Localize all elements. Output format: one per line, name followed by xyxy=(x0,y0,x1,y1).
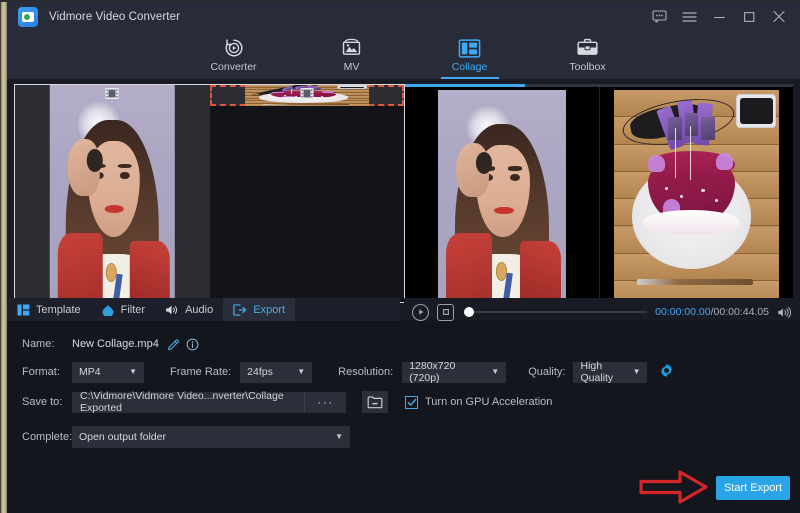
play-icon[interactable] xyxy=(412,304,429,321)
quality-label: Quality: xyxy=(528,366,565,378)
start-export-button[interactable]: Start Export xyxy=(716,476,790,500)
preview-pane-right xyxy=(599,87,793,303)
folder-icon[interactable] xyxy=(362,391,388,413)
name-value: New Collage.mp4 xyxy=(72,338,159,350)
gear-icon[interactable] xyxy=(659,363,674,381)
format-select[interactable]: MP4 ▼ xyxy=(72,362,144,383)
girl-video-thumbnail xyxy=(50,85,174,302)
tab-template-label: Template xyxy=(36,304,81,316)
stop-icon[interactable] xyxy=(437,304,454,321)
app-logo-icon xyxy=(18,7,38,27)
nav-tab-toolbox-label: Toolbox xyxy=(569,61,605,73)
red-arrow-annotation xyxy=(639,470,708,504)
complete-value: Open output folder xyxy=(79,431,166,443)
window-controls xyxy=(644,3,800,31)
name-row: Name: New Collage.mp4 xyxy=(7,331,800,357)
chevron-down-icon: ▼ xyxy=(483,368,499,376)
format-label: Format: xyxy=(7,366,67,378)
nav-tab-converter[interactable]: Converter xyxy=(193,31,275,79)
nav-tab-toolbox[interactable]: Toolbox xyxy=(547,31,629,79)
filter-icon xyxy=(101,304,115,316)
nav-tab-converter-label: Converter xyxy=(210,61,256,73)
info-icon[interactable] xyxy=(186,338,199,351)
complete-label: Complete: xyxy=(7,431,67,443)
saveto-label: Save to: xyxy=(7,396,67,408)
framerate-value: 24fps xyxy=(247,366,273,378)
cake-video-preview xyxy=(614,90,780,300)
tab-filter-label: Filter xyxy=(121,304,145,316)
app-window: Vidmore Video Converter xyxy=(0,0,800,513)
chevron-down-icon: ▼ xyxy=(625,368,641,376)
resolution-select[interactable]: 1280x720 (720p) ▼ xyxy=(402,362,506,383)
total-time: 00:00:44.05 xyxy=(714,306,769,318)
feedback-icon[interactable] xyxy=(644,3,674,31)
maximize-icon[interactable] xyxy=(734,3,764,31)
saveto-row: Save to: C:\Vidmore\Vidmore Video...nver… xyxy=(7,389,800,415)
export-icon xyxy=(233,304,247,316)
collage-editor[interactable] xyxy=(14,84,405,303)
minimize-icon[interactable] xyxy=(704,3,734,31)
hamburger-menu-icon[interactable] xyxy=(674,3,704,31)
template-icon xyxy=(17,304,30,316)
seek-handle[interactable] xyxy=(464,307,474,317)
app-title: Vidmore Video Converter xyxy=(49,11,180,23)
girl-video-preview xyxy=(438,90,566,300)
converter-icon xyxy=(223,37,245,59)
collage-icon xyxy=(458,38,481,59)
seek-bar[interactable] xyxy=(464,305,647,319)
tab-export-label: Export xyxy=(253,304,285,316)
current-time: 00:00:00.00 xyxy=(655,306,710,318)
tab-export[interactable]: Export xyxy=(223,298,295,321)
window-left-edge xyxy=(0,0,7,513)
nav-tab-collage[interactable]: Collage xyxy=(429,31,511,79)
toolbox-icon xyxy=(576,37,599,59)
quality-select[interactable]: High Quality ▼ xyxy=(573,362,647,383)
chevron-down-icon: ▼ xyxy=(121,368,137,376)
chevron-down-icon: ▼ xyxy=(289,368,305,376)
film-strip-icon[interactable] xyxy=(106,88,119,99)
mv-icon xyxy=(340,37,363,59)
gpu-acceleration-checkbox[interactable]: Turn on GPU Acceleration xyxy=(405,396,552,409)
time-display: 00:00:00.00/00:00:44.05 xyxy=(655,306,769,318)
gpu-acceleration-label: Turn on GPU Acceleration xyxy=(425,396,552,408)
title-bar: Vidmore Video Converter xyxy=(7,2,800,31)
saveto-path-field[interactable]: C:\Vidmore\Vidmore Video...nverter\Colla… xyxy=(72,392,304,413)
tab-audio[interactable]: Audio xyxy=(155,298,223,321)
resolution-value: 1280x720 (720p) xyxy=(409,360,483,384)
editor-tab-strip: Template Filter Audio Export xyxy=(7,298,400,321)
complete-select[interactable]: Open output folder ▼ xyxy=(72,426,350,448)
format-value: MP4 xyxy=(79,366,101,378)
format-row: Format: MP4 ▼ Frame Rate: 24fps ▼ Resolu… xyxy=(7,359,800,385)
preview-pane-left xyxy=(405,87,599,303)
workspace xyxy=(7,79,800,298)
framerate-label: Frame Rate: xyxy=(170,366,231,378)
name-label: Name: xyxy=(7,338,67,350)
audio-icon xyxy=(165,304,179,316)
close-icon[interactable] xyxy=(764,3,794,31)
nav-tab-mv-label: MV xyxy=(344,61,360,73)
chevron-down-icon: ▼ xyxy=(327,433,343,441)
checkbox-icon[interactable] xyxy=(405,396,418,409)
tab-template[interactable]: Template xyxy=(7,298,91,321)
framerate-select[interactable]: 24fps ▼ xyxy=(240,362,312,383)
volume-icon[interactable] xyxy=(777,306,792,319)
video-preview[interactable] xyxy=(405,84,793,303)
quality-value: High Quality xyxy=(580,360,624,384)
tab-filter[interactable]: Filter xyxy=(91,298,155,321)
nav-tab-mv[interactable]: MV xyxy=(311,31,393,79)
pencil-edit-icon[interactable] xyxy=(167,338,180,351)
tab-audio-label: Audio xyxy=(185,304,213,316)
browse-button[interactable]: ··· xyxy=(304,392,346,413)
window-top-edge xyxy=(0,0,800,2)
complete-row: Complete: Open output folder ▼ xyxy=(7,424,800,450)
film-strip-icon[interactable] xyxy=(301,88,314,99)
nav-tab-collage-label: Collage xyxy=(452,61,488,73)
collage-cell-right[interactable] xyxy=(210,85,405,106)
resolution-label: Resolution: xyxy=(338,366,393,378)
collage-cell-left[interactable] xyxy=(15,85,210,302)
saveto-path-value: C:\Vidmore\Vidmore Video...nverter\Colla… xyxy=(80,390,296,414)
main-navigation: Converter MV Collage xyxy=(7,31,800,79)
